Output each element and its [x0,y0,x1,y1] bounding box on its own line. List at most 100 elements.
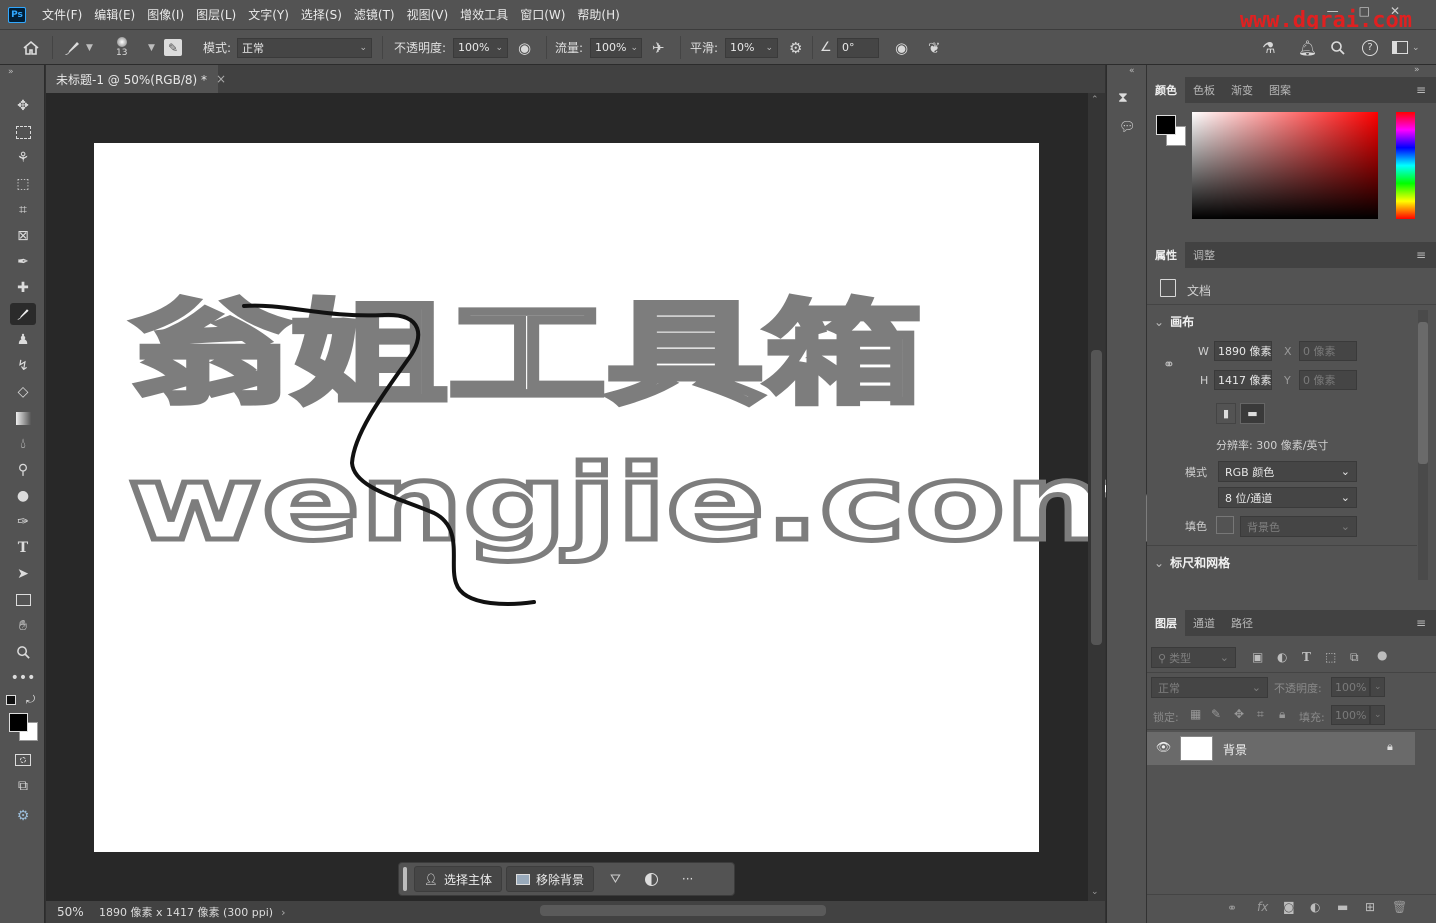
workspace-icon[interactable]: ⌄ [1392,30,1420,65]
pen-tool-icon[interactable]: ✑ [10,511,36,533]
lock-pixels-icon[interactable]: ✎ [1211,707,1221,721]
gradient-tool-icon[interactable] [10,407,36,429]
filter-smart-object-icon[interactable]: ⧉ [1350,650,1359,665]
brush-tool-preset[interactable]: ▼ [62,30,93,65]
brush-size-picker[interactable]: 13 [116,30,127,65]
airbrush-icon[interactable]: ✈ [652,30,665,65]
brush-settings-toggle[interactable]: ✎ [164,30,182,65]
layer-opacity-field[interactable]: 100% [1331,677,1370,697]
filter-type-icon[interactable]: T [1302,650,1311,664]
lock-all-icon[interactable]: 🔒︎ [1279,707,1285,722]
select-subject-button[interactable]: 👤︎ 选择主体 [414,866,502,892]
adjustment-icon[interactable] [644,872,658,886]
generative-ai-icon[interactable]: ⚙ [10,805,36,827]
transform-icon[interactable]: ⛛ [610,872,621,887]
angle-field[interactable]: 0° [837,37,879,58]
color-panel-foreground-swatch[interactable] [1156,115,1176,135]
color-field[interactable] [1192,112,1378,219]
menu-file[interactable]: 文件(F) [36,6,88,23]
panel-menu-icon[interactable]: ≡ [1416,83,1426,97]
menu-image[interactable]: 图像(I) [141,6,190,23]
stamp-tool-icon[interactable]: ♟ [10,329,36,351]
filter-adjustment-icon[interactable]: ◐ [1277,650,1287,664]
height-field[interactable]: 1417 像素 [1214,370,1272,390]
menu-filter[interactable]: 滤镜(T) [348,6,401,23]
filter-toggle-icon[interactable]: ● [1377,648,1387,662]
brush-tool-icon[interactable] [10,303,36,325]
zoom-level[interactable]: 50% [57,905,97,919]
hue-slider[interactable] [1396,112,1415,219]
dodge-tool-icon[interactable]: ⚲ [10,459,36,481]
flask-icon[interactable]: ⚗ [1262,30,1275,65]
home-icon[interactable] [22,30,40,65]
layer-filter-select[interactable]: ⚲ 类型 ⌄ [1151,647,1236,668]
default-colors-icon[interactable] [6,695,16,705]
fill-select[interactable]: 背景色 ⌄ [1240,516,1357,537]
bit-depth-select[interactable]: 8 位/通道 ⌄ [1218,487,1357,508]
drag-handle[interactable] [403,867,407,891]
panel-menu-icon[interactable]: ≡ [1416,248,1426,262]
move-tool-icon[interactable]: ✥ [10,95,36,117]
tab-swatches[interactable]: 色板 [1185,77,1223,103]
lock-position-icon[interactable]: ✥ [1234,707,1244,721]
symmetry-butterfly-icon[interactable]: ❦ [928,30,941,65]
eraser-tool-icon[interactable]: ◇ [10,381,36,403]
lock-artboard-icon[interactable]: ⌗ [1257,707,1264,722]
tab-paths[interactable]: 路径 [1223,610,1261,636]
hand-tool-icon[interactable]: ✋︎ [10,615,36,637]
horizontal-scroll-thumb[interactable] [540,905,826,916]
menu-type[interactable]: 文字(Y) [242,6,295,23]
blend-mode-select[interactable]: 正常 ⌄ [1151,677,1268,698]
tab-channels[interactable]: 通道 [1185,610,1223,636]
flow-field[interactable]: 100% ⌄ [590,37,642,58]
new-adjustment-layer-icon[interactable]: ◐ [1310,900,1320,914]
gear-icon[interactable]: ⚙ [789,30,802,65]
opacity-field[interactable]: 100% ⌄ [453,37,508,58]
new-layer-icon[interactable]: ⊞ [1365,900,1375,914]
delete-layer-icon[interactable]: 🗑︎ [1392,900,1407,914]
crop-tool-icon[interactable]: ⌗ [10,199,36,221]
layer-fill-dropdown[interactable]: ⌄ [1370,705,1385,725]
expand-panels-icon[interactable]: » [1414,65,1420,75]
scroll-up-icon[interactable]: ⌃ [1091,95,1099,105]
add-mask-icon[interactable]: ◙ [1283,900,1295,914]
tab-color[interactable]: 颜色 [1147,77,1185,103]
path-selection-tool-icon[interactable]: ➤ [10,563,36,585]
swap-colors-icon[interactable]: ⤾ [26,693,35,707]
marquee-tool-icon[interactable] [10,121,36,143]
remove-background-button[interactable]: 移除背景 [505,866,594,892]
tab-patterns[interactable]: 图案 [1261,77,1299,103]
width-field[interactable]: 1890 像素 [1214,341,1272,361]
frame-tool-icon[interactable]: ⊠ [10,225,36,247]
fill-color-swatch[interactable] [1216,516,1234,534]
lock-transparent-icon[interactable]: ▦ [1190,707,1201,721]
blur-tool-icon[interactable]: 💧︎ [10,433,36,455]
layer-fill-field[interactable]: 100% [1331,705,1370,725]
collapse-toolbar-icon[interactable]: » [8,67,14,77]
vertical-scroll-thumb[interactable] [1091,350,1102,645]
history-panel-icon[interactable]: ⧗ [1118,90,1128,106]
collapse-column-icon[interactable]: « [1129,66,1135,76]
x-field[interactable]: 0 像素 [1299,341,1357,361]
pressure-size-icon[interactable]: ◉ [895,30,908,65]
y-field[interactable]: 0 像素 [1299,370,1357,390]
menu-layer[interactable]: 图层(L) [190,6,242,23]
menu-edit[interactable]: 编辑(E) [88,6,141,23]
mode-select[interactable]: 正常 ⌄ [237,37,372,58]
menu-help[interactable]: 帮助(H) [571,6,625,23]
tab-adjustments[interactable]: 调整 [1185,242,1223,268]
more-tools-icon[interactable]: ••• [10,667,36,689]
help-icon[interactable]: ? [1362,30,1378,65]
search-icon[interactable] [1330,30,1346,65]
rulers-grids-section-header[interactable]: ⌄ 标尺和网格 [1154,554,1230,571]
more-options-icon[interactable]: ··· [682,872,693,886]
healing-brush-tool-icon[interactable]: ✚ [10,277,36,299]
zoom-tool-icon[interactable] [10,641,36,663]
panel-menu-icon[interactable]: ≡ [1416,616,1426,630]
tab-gradients[interactable]: 渐变 [1223,77,1261,103]
quick-selection-tool-icon[interactable]: ⚘ [10,147,36,169]
foreground-color-swatch[interactable] [9,713,28,732]
screen-mode-icon[interactable]: ⧉ [10,775,36,797]
burn-tool-icon[interactable]: ● [10,485,36,507]
tab-properties[interactable]: 属性 [1147,242,1185,268]
